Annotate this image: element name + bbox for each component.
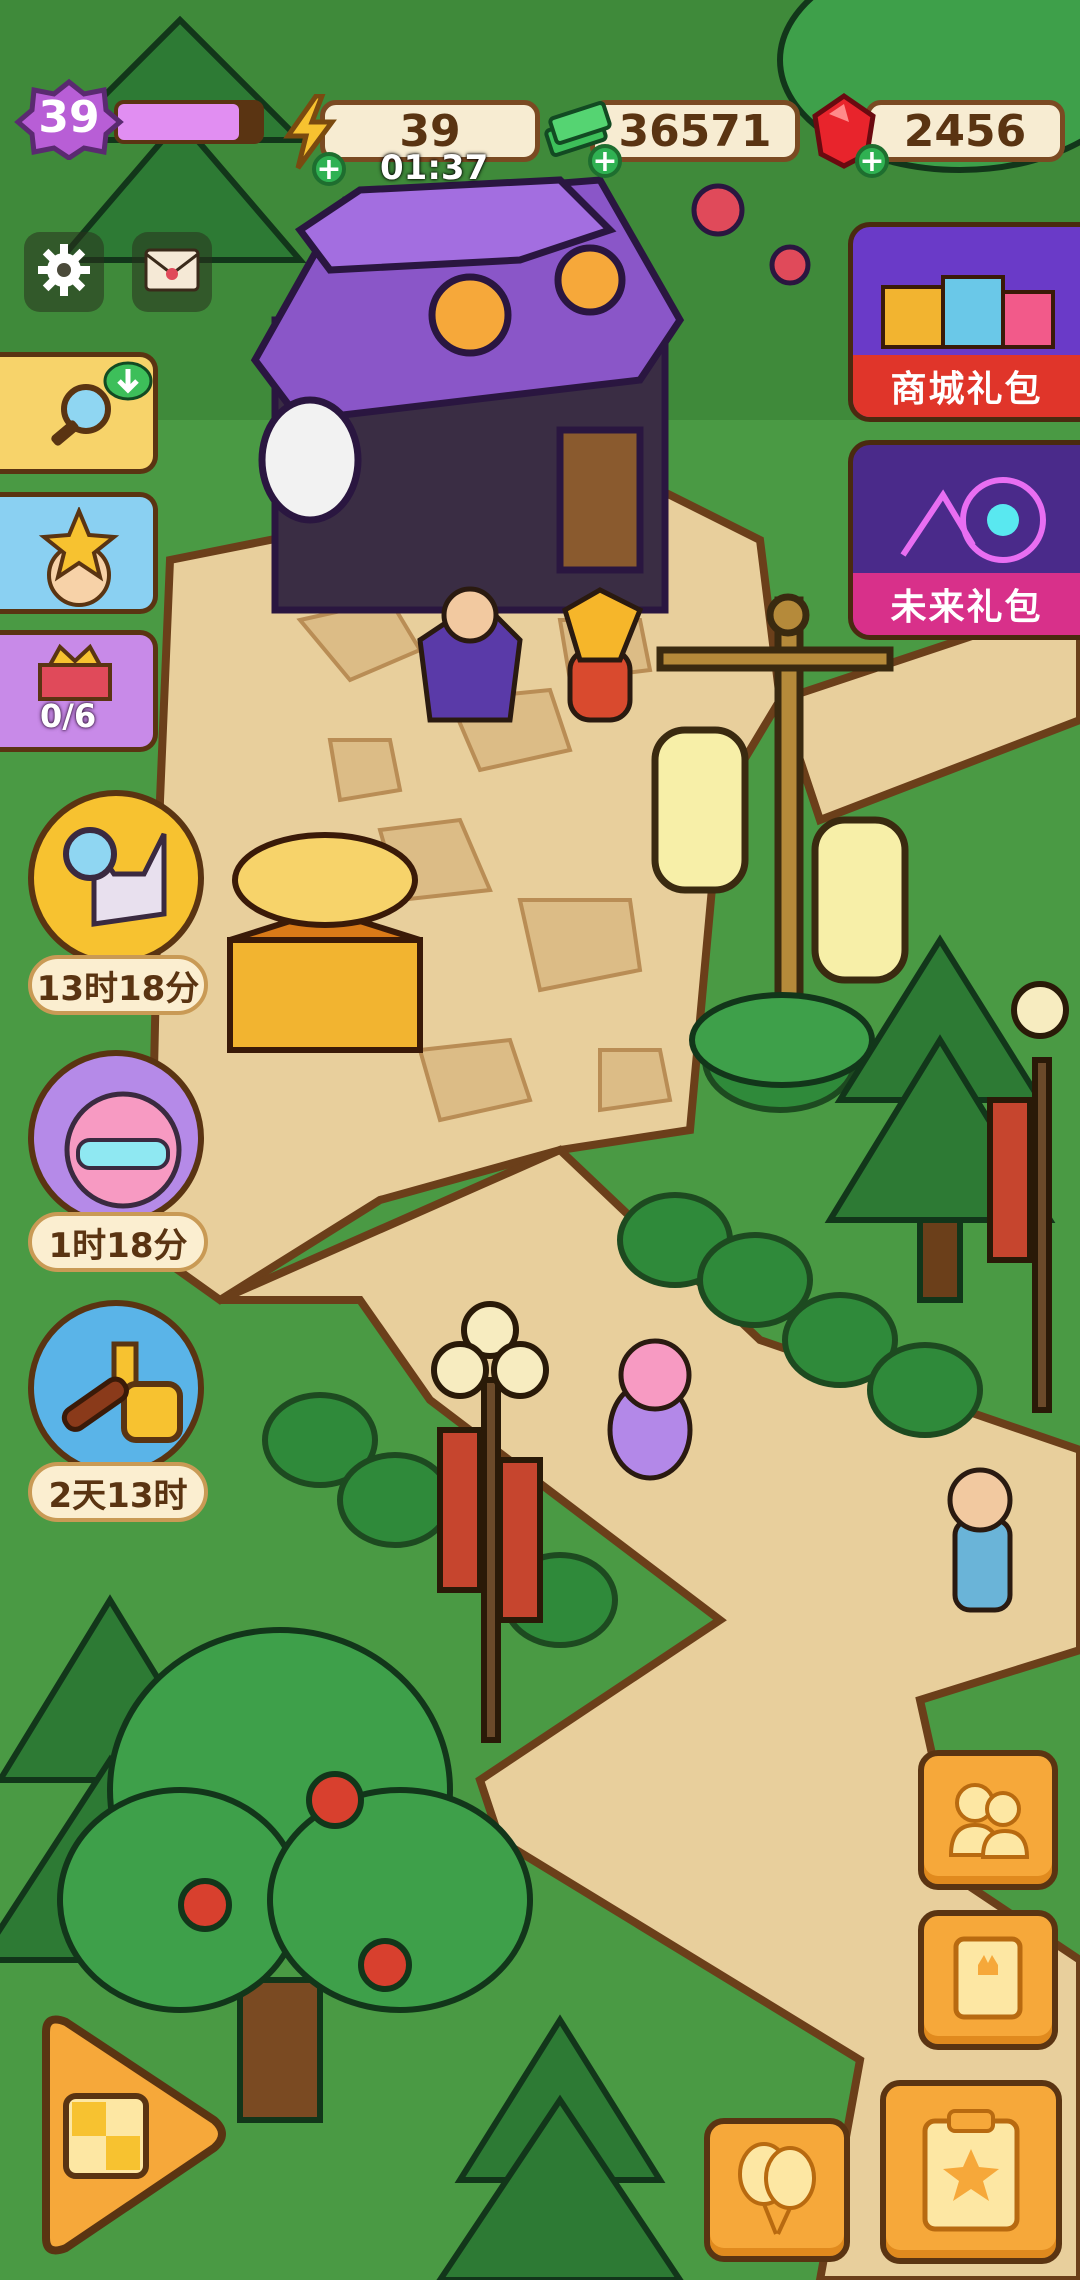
mail-button[interactable] [132,232,212,312]
cyber-girl-event-timer: 1时18分 [28,1212,208,1272]
cash-pill: 36571 [590,100,800,162]
tasks-button[interactable] [880,2080,1062,2264]
gem-counter[interactable]: 2456 + [812,92,1065,178]
gift-boxes-icon [873,247,1063,357]
clipboard-star-icon [911,2105,1031,2239]
friends-icon [943,1773,1033,1867]
level-progress-fill [118,104,239,140]
friends-button[interactable] [918,1750,1058,1890]
fox-avatar-icon [54,814,194,958]
energy-counter[interactable]: 39 + 01:37 [283,93,540,190]
key-event-timer: 2天13时 [28,1462,208,1522]
gem-pill: 2456 [865,100,1065,162]
energy-add-button[interactable]: + [312,152,346,186]
future-pack-button[interactable]: 未来礼包 [848,440,1080,640]
side-search-event-button[interactable] [0,352,158,474]
settings-button[interactable] [24,232,104,312]
cyber-girl-event-button[interactable] [28,1050,204,1226]
level-number: 39 [38,92,100,143]
checker-arrow-icon [58,2088,158,2192]
book-icon [948,1933,1028,2027]
level-bar[interactable]: 39 [14,78,264,162]
fox-event-timer: 13时18分 [28,955,208,1015]
download-icon [103,357,153,403]
crown-chest-icon [30,641,120,705]
side-task-chest-button[interactable]: 0/6 [0,630,158,752]
cash-add-button[interactable]: + [588,144,622,178]
star-character-icon [24,505,134,609]
shop-pack-button[interactable]: 商城礼包 [848,222,1080,422]
gem-value: 2456 [903,105,1027,157]
future-pack-label: 未来礼包 [853,573,1080,635]
side-character-event-button[interactable] [0,492,158,614]
purple-flower-badge-icon: 39 [14,78,124,162]
book-button[interactable] [918,1910,1058,2050]
balloons-button[interactable] [704,2118,850,2262]
cyber-girl-avatar-icon [48,1070,198,1220]
energy-timer: 01:37 [380,148,489,188]
key-event-button[interactable] [28,1300,204,1476]
fox-detective-event-button[interactable] [28,790,204,966]
cash-counter[interactable]: 36571 + [544,100,800,178]
level-progress-track [114,100,264,144]
cash-value: 36571 [618,105,772,157]
gear-icon [34,240,94,304]
neon-robot-icon [883,465,1063,575]
gem-add-button[interactable]: + [855,144,889,178]
envelope-icon [144,248,200,296]
shop-pack-label: 商城礼包 [853,355,1080,417]
golden-key-icon [54,1324,194,1468]
merge-board-button[interactable] [24,2010,230,2260]
balloons-icon [732,2138,822,2242]
task-progress: 0/6 [40,697,97,735]
